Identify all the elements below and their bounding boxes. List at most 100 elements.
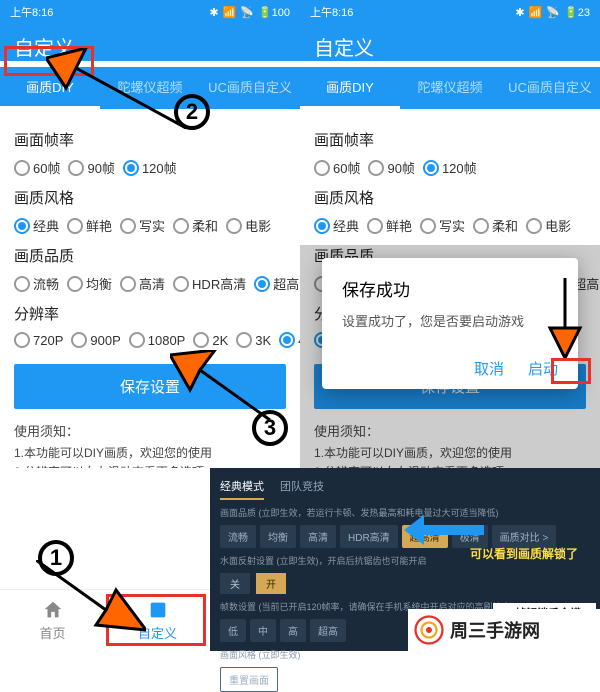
quality-title: 画质品质 xyxy=(14,245,286,266)
res-options: 720P 900P 1080P 2K 3K 4K xyxy=(14,332,286,348)
status-time: 上午8:16 xyxy=(10,4,53,20)
radio-option[interactable]: HDR高清 xyxy=(173,274,246,293)
fps-options: 60帧 90帧 120帧 xyxy=(314,158,586,177)
settings-icon xyxy=(147,599,169,621)
radio-option[interactable]: 720P xyxy=(14,332,63,348)
dialog-message: 设置成功了，您是否要启动游戏 xyxy=(342,311,558,330)
radio-option[interactable]: 经典 xyxy=(314,216,359,235)
tab-bar: 画质DIY 陀螺仪超频 UC画质自定义 xyxy=(300,67,600,109)
signal-icon: 📶 xyxy=(529,6,543,19)
radio-option[interactable]: 电影 xyxy=(226,216,271,235)
tab-uc[interactable]: UC画质自定义 xyxy=(200,67,300,109)
radio-option[interactable]: 3K xyxy=(236,332,271,348)
status-icons: ✱ 📶 📡 🔋23 xyxy=(515,6,590,19)
brand-logo-icon xyxy=(414,615,444,645)
radio-option[interactable]: 1080P xyxy=(129,332,186,348)
quality-options: 流畅 均衡 高清 HDR高清 超高清 xyxy=(14,274,286,293)
chip-option[interactable]: 低 xyxy=(220,619,246,642)
radio-option[interactable]: 写实 xyxy=(120,216,165,235)
style-title: 画质风格 xyxy=(314,187,586,208)
brand-watermark: 周三手游网 xyxy=(408,609,600,651)
radio-option[interactable]: 120帧 xyxy=(123,158,177,177)
settings-content: 画面帧率 60帧 90帧 120帧 画质风格 经典 鲜艳 写实 柔和 电影 画质… xyxy=(0,109,300,468)
status-icons: ✱ 📶 📡 🔋100 xyxy=(209,6,290,19)
save-dialog: 保存成功 设置成功了，您是否要启动游戏 取消 启动 xyxy=(322,258,578,389)
signal-icon: 📶 xyxy=(223,6,237,19)
nav-home[interactable]: 首页 xyxy=(0,590,105,651)
bottom-nav: 首页 自定义 xyxy=(0,589,210,651)
radio-option[interactable]: 经典 xyxy=(14,216,59,235)
radio-option[interactable]: 均衡 xyxy=(67,274,112,293)
style-title: 画质风格 xyxy=(14,187,286,208)
usage-notes: 使用须知： 1.本功能可以DIY画质，欢迎您的使用 2.分辨率可以向右滑动查看更… xyxy=(14,421,286,468)
chip-option[interactable]: 中 xyxy=(250,619,276,642)
bluetooth-icon: ✱ xyxy=(515,6,524,19)
radio-option[interactable]: 高清 xyxy=(120,274,165,293)
radio-option[interactable]: 写实 xyxy=(420,216,465,235)
brand-name: 周三手游网 xyxy=(450,617,540,643)
usage-title: 使用须知： xyxy=(14,421,286,440)
reset-button[interactable]: 重置画面 xyxy=(220,667,278,692)
tab-gyro[interactable]: 陀螺仪超频 xyxy=(400,67,500,109)
chip-compare[interactable]: 画质对比 > xyxy=(492,525,557,548)
battery-icon: 🔋100 xyxy=(258,6,290,19)
radio-option[interactable]: 电影 xyxy=(526,216,571,235)
radio-option[interactable]: 90帧 xyxy=(68,158,114,177)
chip-option[interactable]: 均衡 xyxy=(260,525,296,548)
tab-diy[interactable]: 画质DIY xyxy=(0,67,100,109)
radio-option[interactable]: 鲜艳 xyxy=(67,216,112,235)
phone-left: 上午8:16 ✱ 📶 📡 🔋100 自定义 画质DIY 陀螺仪超频 UC画质自定… xyxy=(0,0,300,468)
style-options: 经典 鲜艳 写实 柔和 电影 xyxy=(14,216,286,235)
toggle-off[interactable]: 关 xyxy=(220,573,250,594)
tab-diy[interactable]: 画质DIY xyxy=(300,67,400,109)
nav-custom[interactable]: 自定义 xyxy=(105,590,210,651)
radio-option[interactable]: 60帧 xyxy=(14,158,60,177)
chip-option[interactable]: HDR高清 xyxy=(340,525,398,548)
phone-right: 上午8:16 ✱ 📶 📡 🔋23 自定义 画质DIY 陀螺仪超频 UC画质自定义… xyxy=(300,0,600,468)
chip-option[interactable]: 高 xyxy=(280,619,306,642)
radio-option[interactable]: 4K xyxy=(279,332,300,348)
game-tab-team[interactable]: 团队竞技 xyxy=(280,474,324,500)
tab-gyro[interactable]: 陀螺仪超频 xyxy=(100,67,200,109)
chip-option[interactable]: 高清 xyxy=(300,525,336,548)
radio-option[interactable]: 900P xyxy=(71,332,120,348)
radio-option[interactable]: 柔和 xyxy=(473,216,518,235)
dialog-actions: 取消 启动 xyxy=(342,358,558,379)
game-tab-classic[interactable]: 经典模式 xyxy=(220,474,264,500)
radio-option[interactable]: 60帧 xyxy=(314,158,360,177)
radio-option[interactable]: 90帧 xyxy=(368,158,414,177)
nav-label: 自定义 xyxy=(138,623,177,642)
save-button[interactable]: 保存设置 xyxy=(14,364,286,409)
chip-option[interactable]: 流畅 xyxy=(220,525,256,548)
radio-option[interactable]: 2K xyxy=(193,332,228,348)
chip-option[interactable]: 超高 xyxy=(310,619,346,642)
bluetooth-icon: ✱ xyxy=(209,6,218,19)
status-bar: 上午8:16 ✱ 📶 📡 🔋23 xyxy=(300,0,600,24)
radio-option[interactable]: 流畅 xyxy=(14,274,59,293)
toggle-on[interactable]: 开 xyxy=(256,573,286,594)
home-icon xyxy=(42,599,64,621)
game-tabs: 经典模式 团队竞技 xyxy=(220,474,590,500)
reflection-row-label: 水面反射设置 (立即生效)，开启后抗锯齿也可能开启 xyxy=(220,554,590,567)
cancel-button[interactable]: 取消 xyxy=(474,358,504,379)
usage-item: 1.本功能可以DIY画质，欢迎您的使用 xyxy=(14,444,286,461)
quality-chips: 流畅 均衡 高清 HDR高清 超高清 极清 画质对比 > xyxy=(220,525,590,548)
nav-label: 首页 xyxy=(39,623,65,642)
chip-option-selected[interactable]: 超高清 xyxy=(402,525,448,548)
style-options: 经典 鲜艳 写实 柔和 电影 xyxy=(314,216,586,235)
tab-uc[interactable]: UC画质自定义 xyxy=(500,67,600,109)
fps-options: 60帧 90帧 120帧 xyxy=(14,158,286,177)
radio-option[interactable]: 柔和 xyxy=(173,216,218,235)
annotation-step-1: 1 xyxy=(38,540,74,576)
chip-option[interactable]: 极清 xyxy=(452,525,488,548)
status-bar: 上午8:16 ✱ 📶 📡 🔋100 xyxy=(0,0,300,24)
tab-bar: 画质DIY 陀螺仪超频 UC画质自定义 xyxy=(0,67,300,109)
page-title: 自定义 xyxy=(300,24,600,61)
fps-title: 画面帧率 xyxy=(314,129,586,150)
radio-option[interactable]: 鲜艳 xyxy=(367,216,412,235)
wifi-icon: 📡 xyxy=(546,6,560,19)
page-title: 自定义 xyxy=(0,24,300,61)
radio-option[interactable]: 超高清 xyxy=(254,274,300,293)
radio-option[interactable]: 120帧 xyxy=(423,158,477,177)
confirm-button[interactable]: 启动 xyxy=(528,358,558,379)
